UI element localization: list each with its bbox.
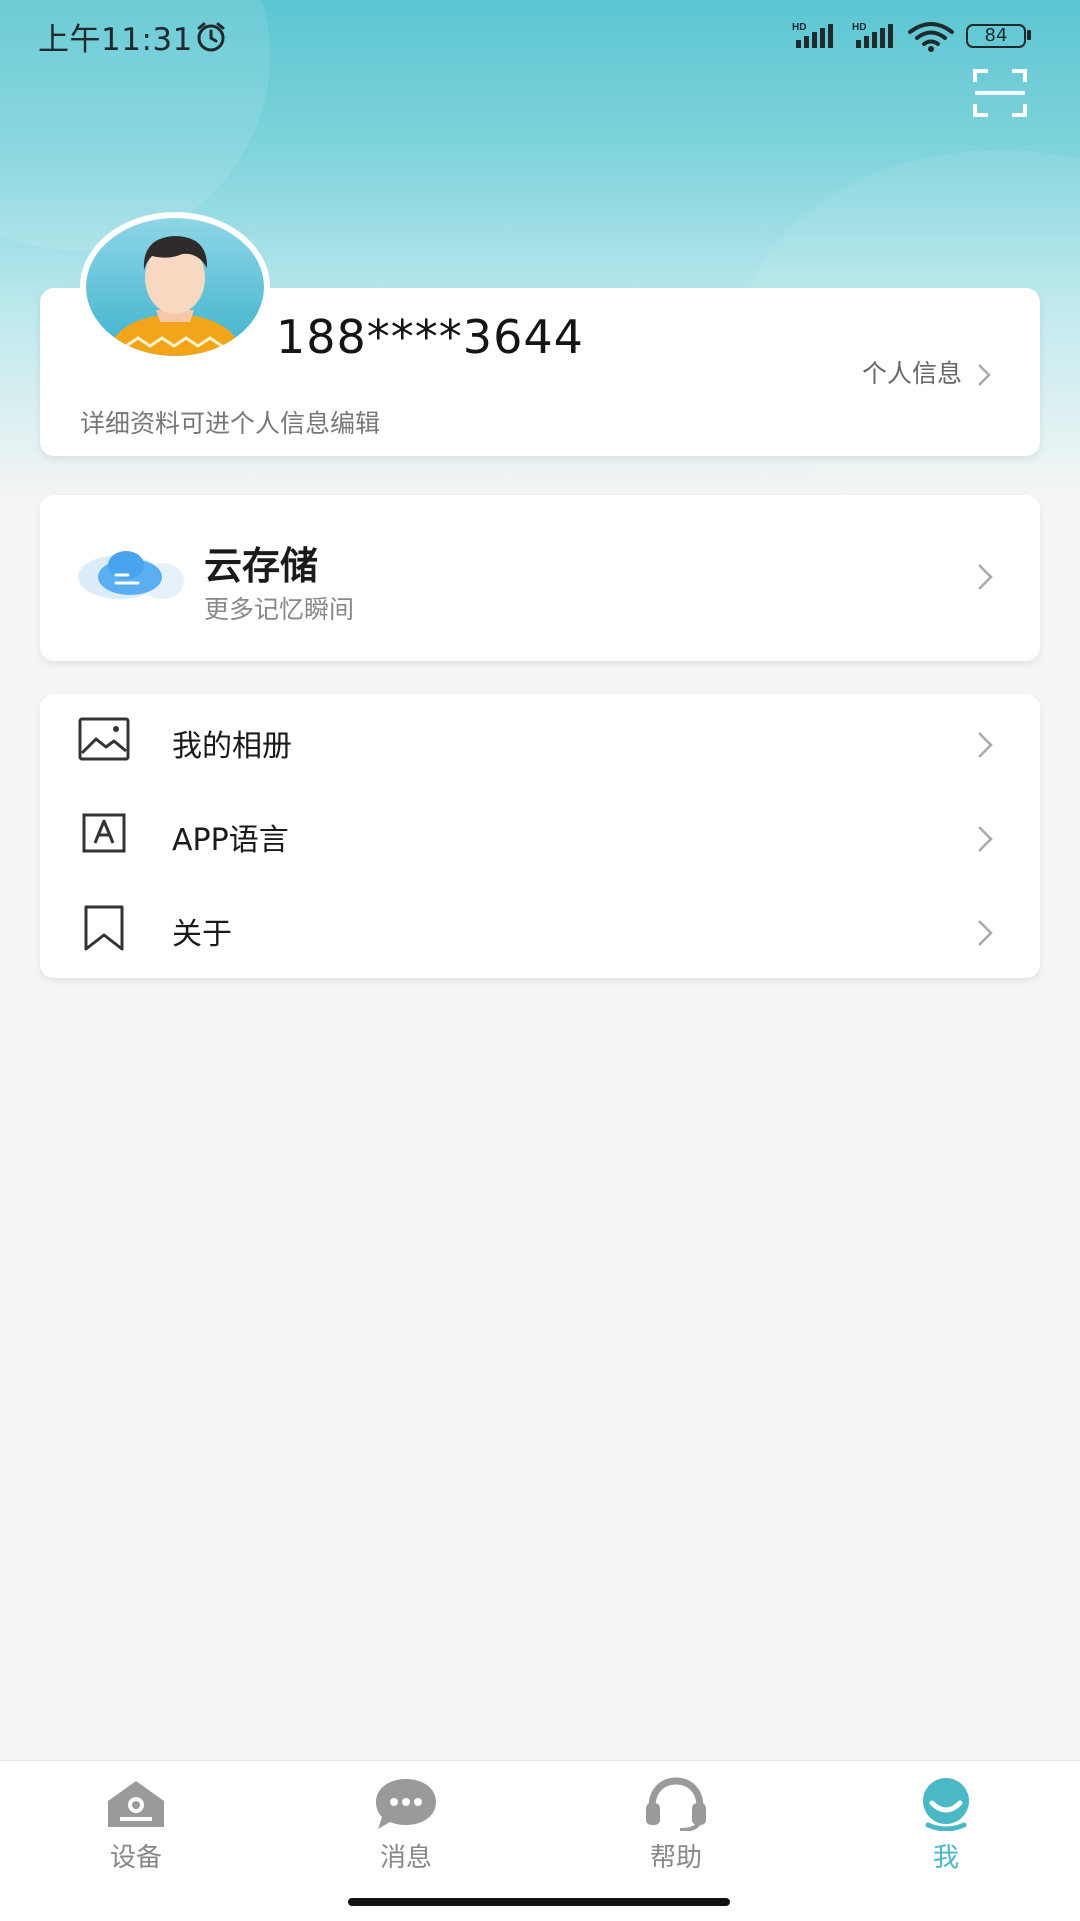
menu-item-about[interactable]: 关于 [40, 882, 1040, 976]
profile-phone: 188****3644 [276, 310, 584, 364]
personal-info-label: 个人信息 [862, 359, 963, 388]
chevron-right-icon [978, 826, 993, 852]
bookmark-icon [84, 905, 124, 951]
cloud-storage-card[interactable]: 云存储 更多记忆瞬间 [40, 495, 1040, 661]
menu-item-language[interactable]: APP语言 [40, 788, 1040, 882]
tab-label: 我 [932, 1843, 959, 1873]
tab-me[interactable]: 我 [876, 1761, 1016, 1891]
help-headset-icon [646, 1777, 706, 1831]
bottom-tab-bar: 设备 消息 帮助 我 [0, 1760, 1080, 1921]
language-icon [82, 813, 126, 853]
chevron-right-icon [978, 364, 991, 386]
profile-hint: 详细资料可进个人信息编辑 [80, 409, 381, 438]
message-icon [376, 1779, 436, 1829]
scan-icon[interactable] [972, 68, 1028, 118]
menu-item-album[interactable]: 我的相册 [40, 694, 1040, 788]
battery-cap [1027, 30, 1031, 40]
status-time: 上午11:31 [38, 22, 193, 58]
signal-hd-label: HD [792, 22, 806, 33]
alarm-icon [197, 22, 225, 52]
battery-indicator: 84 [966, 24, 1026, 48]
album-icon [78, 717, 130, 761]
status-bar: 上午11:31 HD HD 84 [0, 0, 1080, 74]
cloud-storage-icon [78, 551, 184, 599]
tab-messages[interactable]: 消息 [336, 1761, 476, 1891]
cloud-storage-title: 云存储 [204, 544, 319, 588]
cellular-signal-icon: HD [852, 22, 893, 48]
avatar[interactable] [80, 212, 270, 362]
menu-item-label: 关于 [172, 917, 232, 952]
signal-hd-label: HD [852, 22, 866, 33]
me-icon [923, 1778, 969, 1831]
personal-info-link[interactable]: 个人信息 [862, 354, 992, 390]
chevron-right-icon [978, 920, 993, 946]
device-icon [108, 1781, 164, 1827]
menu-item-label: APP语言 [172, 823, 289, 858]
tab-label: 消息 [379, 1843, 432, 1873]
menu-item-label: 我的相册 [172, 729, 292, 764]
tab-device[interactable]: 设备 [66, 1761, 206, 1891]
cloud-storage-subtitle: 更多记忆瞬间 [204, 595, 355, 624]
tab-label: 帮助 [649, 1843, 702, 1873]
settings-menu: 我的相册 APP语言 关于 [40, 694, 1040, 978]
cellular-signal-icon: HD [792, 22, 833, 48]
tab-help[interactable]: 帮助 [606, 1761, 746, 1891]
wifi-icon [908, 22, 954, 52]
chevron-right-icon [978, 732, 993, 758]
home-indicator[interactable] [348, 1898, 730, 1906]
tab-label: 设备 [109, 1843, 162, 1873]
chevron-right-icon [978, 564, 993, 590]
